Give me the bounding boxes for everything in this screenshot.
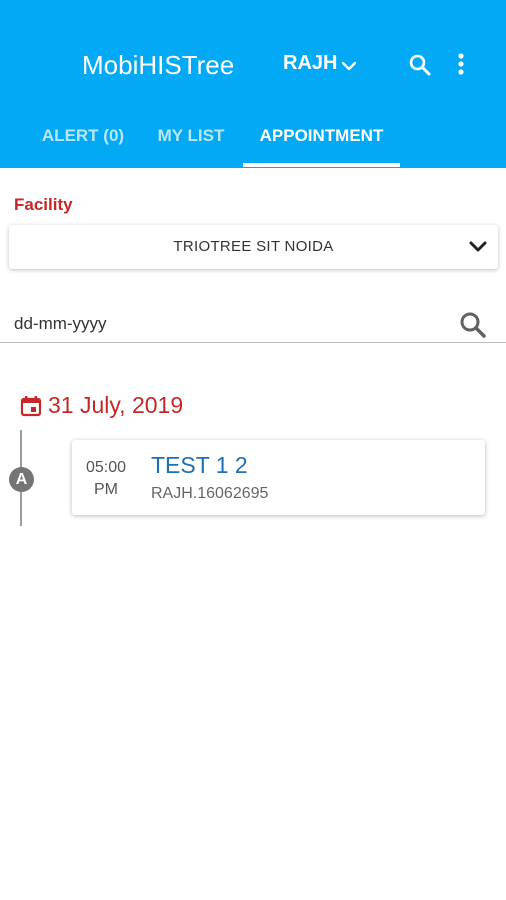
patient-name: TEST 1 2 xyxy=(151,452,248,478)
schedule-date: 31 July, 2019 xyxy=(48,392,184,418)
app-title: MobiHISTree xyxy=(82,50,235,80)
app-bar: MobiHISTree RAJH ALERT (0) MY LIST APPOI… xyxy=(0,0,506,168)
tab-alert[interactable]: ALERT (0) xyxy=(30,118,136,168)
tab-my-list[interactable]: MY LIST xyxy=(146,118,236,168)
appointment-status-badge: A xyxy=(9,467,34,492)
more-vert-icon[interactable] xyxy=(450,50,472,78)
search-icon[interactable] xyxy=(407,52,433,78)
facility-label: Facility xyxy=(14,195,73,214)
facility-dropdown[interactable]: TRIOTREE SIT NOIDA xyxy=(9,225,498,269)
account-label: RAJH xyxy=(283,52,338,74)
account-selector[interactable]: RAJH xyxy=(283,52,357,75)
appointment-time-value: 05:00 xyxy=(85,459,127,476)
appointment-time: 05:00 PM xyxy=(72,457,140,501)
patient-id: RAJH.16062695 xyxy=(151,485,269,502)
tab-appointment[interactable]: APPOINTMENT xyxy=(243,118,400,168)
search-divider xyxy=(0,342,506,343)
appointment-time-period: PM xyxy=(94,481,118,498)
calendar-icon xyxy=(20,395,42,416)
chevron-down-icon xyxy=(342,61,357,70)
active-tab-indicator xyxy=(243,163,400,167)
date-input[interactable] xyxy=(14,311,444,337)
search-icon[interactable] xyxy=(458,310,488,340)
facility-selected-value: TRIOTREE SIT NOIDA xyxy=(173,238,334,255)
schedule-date-header: 31 July, 2019 xyxy=(20,392,183,419)
tab-bar: ALERT (0) MY LIST APPOINTMENT xyxy=(0,118,506,168)
appointment-card[interactable]: 05:00 PM TEST 1 2 RAJH.16062695 xyxy=(72,440,485,515)
chevron-down-icon xyxy=(469,241,487,252)
